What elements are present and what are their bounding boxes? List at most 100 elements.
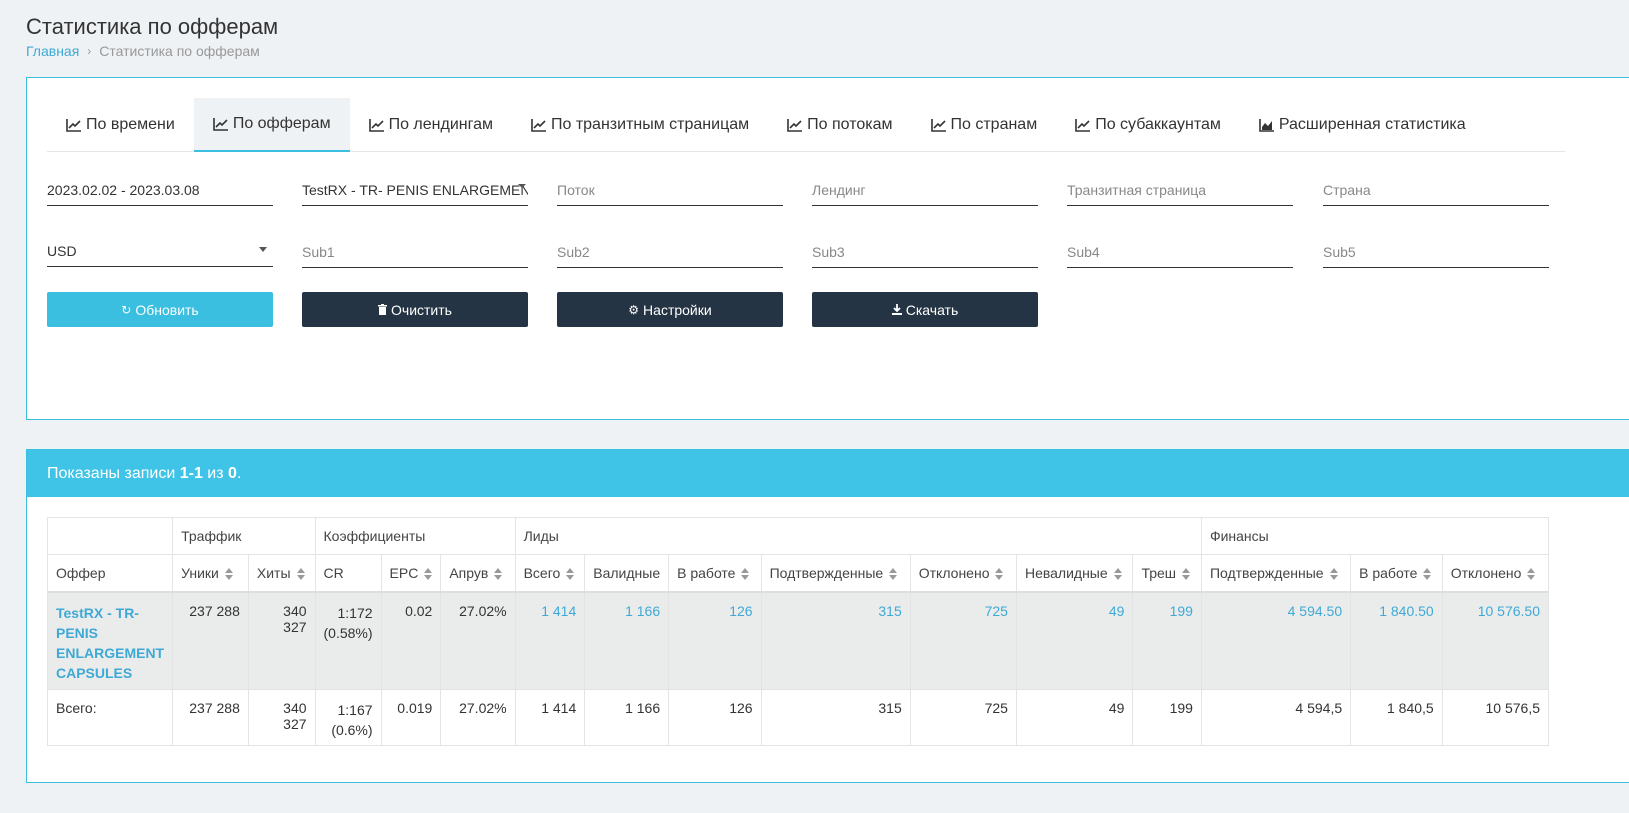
col-fin-confirmed[interactable]: Подтвержденные: [1200, 554, 1352, 593]
tab-by-landings[interactable]: По лендингам: [350, 98, 512, 152]
table-column-header: Оффер Уники Хиты CR EPC Апрув Всего Вали…: [46, 554, 1550, 593]
currency-value: USD: [47, 243, 77, 259]
col-in-work[interactable]: В работе: [668, 554, 762, 593]
cr-percent: (0.6%): [331, 722, 373, 738]
col-cr[interactable]: CR: [314, 554, 382, 593]
col-epc[interactable]: EPC: [380, 554, 442, 593]
total-fin-rejected: 10 576,5: [1441, 689, 1550, 746]
breadcrumb-current: Статистика по офферам: [99, 43, 260, 59]
landing-select[interactable]: Лендинг: [812, 172, 1038, 206]
clear-button[interactable]: Очистить: [302, 292, 528, 327]
sub4-input[interactable]: Sub4: [1067, 234, 1293, 268]
tab-by-countries[interactable]: По странам: [912, 98, 1057, 152]
filter-panel: По времени По офферам По лендингам По тр…: [26, 77, 1629, 420]
total-label: Всего:: [46, 689, 174, 746]
sort-icon: [1182, 568, 1191, 581]
flow-select[interactable]: Поток: [557, 172, 783, 206]
col-label: Невалидные: [1024, 564, 1108, 581]
currency-select[interactable]: USD: [47, 233, 273, 267]
sort-icon: [1527, 568, 1536, 581]
line-chart-icon: [368, 118, 384, 132]
table-total-row: Всего: 237 288 340 327 1:167 (0.6%) 0.019…: [46, 689, 1550, 746]
breadcrumb-home-link[interactable]: Главная: [26, 43, 79, 59]
offer-select[interactable]: TestRX - TR- PENIS ENLARGEMENT C: [302, 172, 528, 206]
col-uniques[interactable]: Уники: [172, 554, 249, 593]
summary-mid: из: [207, 464, 224, 482]
clear-label: Очистить: [391, 301, 452, 318]
refresh-icon: ↻: [121, 302, 132, 317]
cell-fin-confirmed-link[interactable]: 4 594.50: [1200, 591, 1352, 690]
col-rejected[interactable]: Отклонено: [909, 554, 1017, 593]
cell-valid-link[interactable]: 1 166: [584, 591, 670, 690]
tab-by-flows[interactable]: По потокам: [768, 98, 911, 152]
total-fin-confirmed: 4 594,5: [1200, 689, 1352, 746]
cr-ratio: 1:167: [337, 702, 373, 718]
col-label: EPC: [389, 564, 419, 581]
col-valid[interactable]: Валидные: [584, 554, 670, 593]
tab-label: По транзитным страницам: [550, 116, 750, 133]
col-label: В работе: [677, 564, 736, 581]
col-trash[interactable]: Треш: [1132, 554, 1202, 593]
download-button[interactable]: Скачать: [812, 292, 1038, 327]
cell-uniques: 237 288: [172, 591, 249, 690]
refresh-button[interactable]: ↻ Обновить: [47, 292, 273, 327]
col-offer[interactable]: Оффер: [46, 554, 174, 593]
country-select[interactable]: Страна: [1323, 172, 1549, 206]
group-finance: Финансы: [1200, 517, 1550, 555]
sort-icon: [494, 568, 503, 581]
offer-stats-table: Траффик Коэффициенты Лиды Финансы Оффер …: [46, 517, 1550, 746]
line-chart-icon: [930, 118, 946, 132]
col-label: Подтвержденные: [769, 564, 884, 581]
cell-epc: 0.02: [380, 591, 442, 690]
sub5-input[interactable]: Sub5: [1323, 234, 1549, 268]
cell-trash-link[interactable]: 199: [1132, 591, 1202, 690]
sort-icon: [424, 568, 433, 581]
sub3-input[interactable]: Sub3: [812, 234, 1038, 268]
settings-button[interactable]: ⚙ Настройки: [557, 292, 783, 327]
total-total: 1 414: [514, 689, 586, 746]
sort-icon: [224, 568, 233, 581]
col-total[interactable]: Всего: [514, 554, 586, 593]
col-label: Отклонено: [918, 564, 990, 581]
tab-label: По лендингам: [388, 116, 493, 133]
col-invalid[interactable]: Невалидные: [1015, 554, 1134, 593]
col-approve[interactable]: Апрув: [440, 554, 516, 593]
transit-page-select[interactable]: Транзитная страница: [1067, 172, 1293, 206]
col-label: Всего: [523, 564, 561, 581]
cell-rejected-link[interactable]: 725: [909, 591, 1017, 690]
sort-icon: [1113, 568, 1122, 581]
tab-by-transit[interactable]: По транзитным страницам: [512, 98, 768, 152]
total-hits: 340 327: [247, 689, 316, 746]
col-label: Уники: [181, 564, 219, 581]
cell-confirmed-link[interactable]: 315: [760, 591, 911, 690]
tab-by-subaccounts[interactable]: По субаккаунтам: [1056, 98, 1240, 152]
cell-fin-in-work-link[interactable]: 1 840.50: [1350, 591, 1443, 690]
tab-extended[interactable]: Расширенная статистика: [1240, 98, 1485, 152]
offer-link[interactable]: TestRX - TR- PENIS ENLARGEMENT CAPSULES: [46, 591, 174, 690]
line-chart-icon: [1075, 118, 1091, 132]
page-title: Статистика по офферам: [26, 14, 279, 39]
summary-total: 0: [228, 464, 237, 482]
gear-icon: ⚙: [628, 302, 640, 317]
date-range-input[interactable]: 2023.02.02 - 2023.03.08: [47, 172, 273, 206]
col-hits[interactable]: Хиты: [247, 554, 316, 593]
tab-label: По странам: [950, 116, 1038, 133]
sub1-input[interactable]: Sub1: [302, 234, 528, 268]
col-confirmed[interactable]: Подтвержденные: [760, 554, 911, 593]
settings-label: Настройки: [643, 301, 712, 318]
col-fin-in-work[interactable]: В работе: [1350, 554, 1443, 593]
stats-tabs: По времени По офферам По лендингам По тр…: [47, 98, 1565, 152]
group-traffic: Траффик: [172, 517, 316, 555]
cell-in-work-link[interactable]: 126: [668, 591, 762, 690]
cell-invalid-link[interactable]: 49: [1015, 591, 1134, 690]
cell-total-link[interactable]: 1 414: [514, 591, 586, 690]
tab-by-time[interactable]: По времени: [47, 98, 194, 152]
total-invalid: 49: [1015, 689, 1134, 746]
tab-by-offers[interactable]: По офферам: [193, 98, 350, 152]
results-panel: Показаны записи 1-1 из 0. Траффик Коэффи…: [26, 449, 1629, 783]
download-label: Скачать: [905, 301, 959, 318]
sub2-input[interactable]: Sub2: [557, 234, 783, 268]
col-fin-rejected[interactable]: Отклонено: [1441, 554, 1550, 593]
col-label: Подтвержденные: [1209, 564, 1324, 581]
cell-fin-rejected-link[interactable]: 10 576.50: [1441, 591, 1550, 690]
